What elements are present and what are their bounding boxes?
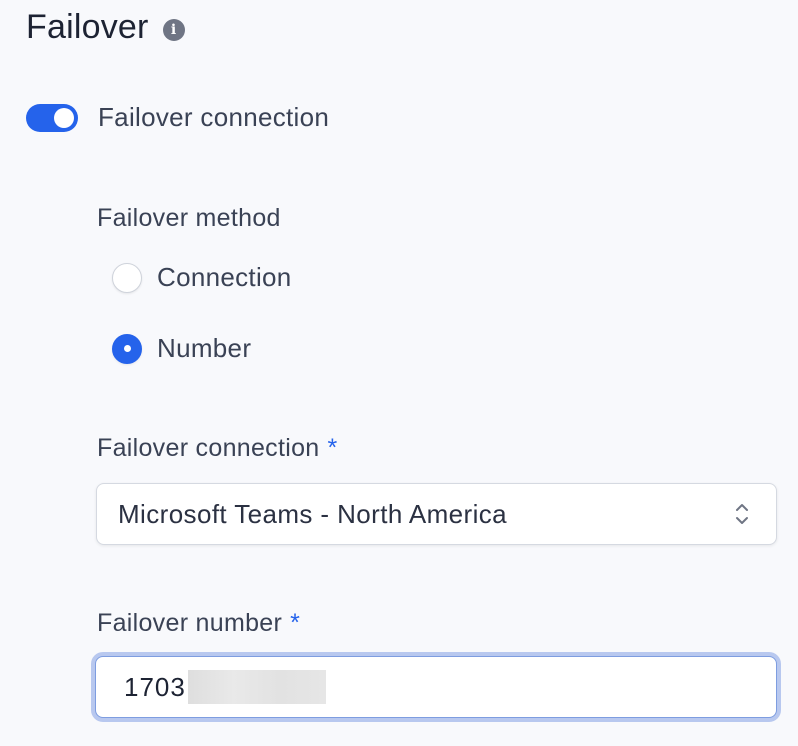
input-value: 1703 [124,671,186,702]
toggle-knob [54,107,74,128]
failover-connection-toggle[interactable] [26,103,78,132]
failover-connection-select[interactable]: Microsoft Teams - North America [96,483,777,545]
radio-button-number[interactable] [112,333,142,364]
failover-connection-label-text: Failover connection [97,434,320,462]
failover-number-label-text: Failover number [97,609,283,637]
radio-label-number: Number [157,333,252,363]
section-header: Failover i [26,8,185,47]
chevron-up-down-icon [736,504,748,524]
section-title: Failover [26,8,149,46]
failover-number-label: Failover number * [97,609,300,638]
required-marker: * [290,609,301,637]
select-value: Microsoft Teams - North America [118,498,508,529]
failover-method-label: Failover method [97,204,281,232]
radio-label-connection: Connection [157,262,292,292]
radio-number[interactable]: Number [112,333,251,364]
failover-connection-label: Failover connection * [97,434,338,463]
failover-number-field[interactable]: 1703 [95,656,777,718]
radio-connection[interactable]: Connection [112,262,292,293]
redacted-block [187,670,326,704]
radio-button-connection[interactable] [112,262,142,293]
failover-toggle-row: Failover connection [26,102,329,133]
required-marker: * [327,434,338,462]
failover-number-input[interactable]: 1703 [91,652,781,722]
toggle-label: Failover connection [98,102,330,132]
info-icon[interactable]: i [162,18,185,41]
